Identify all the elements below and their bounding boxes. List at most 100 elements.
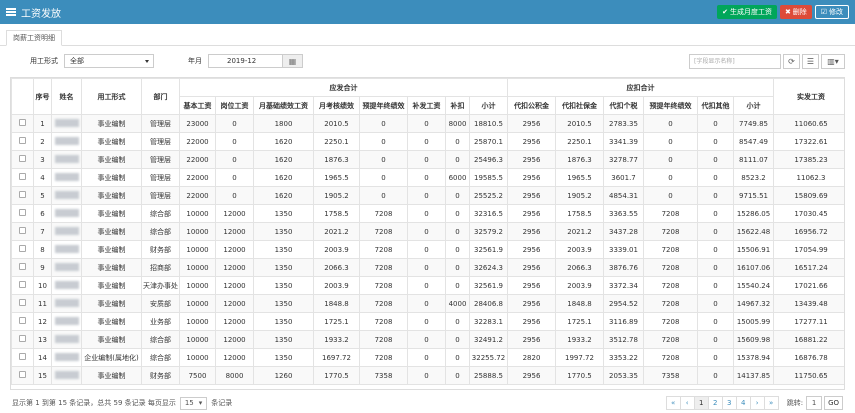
table-row[interactable]: 10 事业编制 天津办事处 10000 12000 1350 2003.9 7208 0 0 325… <box>11 276 844 295</box>
table-row[interactable]: 5 事业编制 管理层 22000 0 1620 1905.2 0 0 0 25525.2 2956 19… <box>11 186 844 205</box>
cell-ded: 1876.3 <box>555 150 604 169</box>
table-row[interactable]: 13 事业编制 综合部 10000 12000 1350 1933.2 7208 0 0 32491… <box>11 330 844 349</box>
row-checkbox[interactable] <box>19 209 26 216</box>
row-checkbox[interactable] <box>19 245 26 252</box>
redacted-name <box>54 280 79 289</box>
calendar-icon[interactable]: ▦ <box>283 54 303 68</box>
table-row[interactable]: 2 事业编制 管理层 22000 0 1620 2250.1 0 0 0 25870.1 2956 22… <box>11 132 844 151</box>
cell-pay: 0 <box>407 366 446 385</box>
row-checkbox[interactable] <box>19 173 26 180</box>
row-checkbox[interactable] <box>19 335 26 342</box>
table-row[interactable]: 14 企业编制(属地化) 综合部 10000 12000 1350 1697.72 7208 0… <box>11 348 844 367</box>
cell-name <box>51 312 82 331</box>
cell-pay: 0 <box>445 240 470 259</box>
cell-ded: 9715.51 <box>732 186 775 205</box>
jump-input[interactable]: 1 <box>806 396 823 410</box>
page-2[interactable]: 2 <box>707 396 723 410</box>
table-row[interactable]: 15 事业编制 财务部 7500 8000 1260 1770.5 7358 0 0 25888.5… <box>11 366 844 385</box>
cell-pay: 7208 <box>359 240 408 259</box>
cell-ded: 2066.3 <box>555 258 604 277</box>
refresh-icon[interactable]: ⟳ <box>783 54 800 69</box>
search-input[interactable]: [字段显示名称] <box>689 54 781 69</box>
cell-ded: 15609.98 <box>732 330 775 349</box>
edit-button[interactable]: ☑ 修改 <box>814 5 849 19</box>
generate-monthly-salary-button[interactable]: ✔ 生成月度工资 <box>717 5 777 19</box>
cell-pay: 7208 <box>359 348 408 367</box>
cell-seq: 10 <box>33 276 52 295</box>
tab-salary-detail[interactable]: 岗薪工资明细 <box>6 30 62 46</box>
table-row[interactable]: 8 事业编制 财务部 10000 12000 1350 2003.9 7208 0 0 32561.… <box>11 240 844 259</box>
header-ded: 代扣社保金 <box>555 96 604 115</box>
row-checkbox[interactable] <box>19 371 26 378</box>
row-checkbox[interactable] <box>19 227 26 234</box>
row-checkbox-cell <box>11 330 34 349</box>
row-checkbox[interactable] <box>19 137 26 144</box>
cell-pay: 0 <box>407 276 446 295</box>
row-checkbox[interactable] <box>19 299 26 306</box>
table-row[interactable]: 3 事业编制 管理层 22000 0 1620 1876.3 0 0 0 25496.3 2956 18… <box>11 150 844 169</box>
cell-ded: 2956 <box>507 132 556 151</box>
cell-net: 17385.23 <box>773 150 844 169</box>
row-checkbox[interactable] <box>19 317 26 324</box>
row-checkbox[interactable] <box>19 119 26 126</box>
cell-ded: 3341.39 <box>603 132 644 151</box>
page-next[interactable]: › <box>749 396 765 410</box>
header-ded: 代扣个税 <box>603 96 644 115</box>
columns-icon[interactable]: ▥▾ <box>821 54 845 69</box>
cell-net: 16956.72 <box>773 222 844 241</box>
page-4[interactable]: 4 <box>735 396 751 410</box>
month-label: 年月 <box>188 57 202 65</box>
redacted-name <box>54 208 79 217</box>
table-row[interactable]: 9 事业编制 招商部 10000 12000 1350 2066.3 7208 0 0 32624.… <box>11 258 844 277</box>
toggle-view-icon[interactable]: ☰ <box>802 54 819 69</box>
cell-dept: 业务部 <box>141 312 180 331</box>
page-1[interactable]: 1 <box>693 396 709 410</box>
cell-ded: 2956 <box>507 258 556 277</box>
record-suffix: 条记录 <box>211 399 233 407</box>
cell-net: 11750.65 <box>773 366 844 385</box>
table-row[interactable]: 7 事业编制 综合部 10000 12000 1350 2021.2 7208 0 0 32579.… <box>11 222 844 241</box>
cell-pay: 1350 <box>253 276 314 295</box>
row-checkbox[interactable] <box>19 353 26 360</box>
cell-pay: 32255.72 <box>469 348 508 367</box>
row-checkbox[interactable] <box>19 191 26 198</box>
row-checkbox[interactable] <box>19 263 26 270</box>
cell-dept: 招商部 <box>141 258 180 277</box>
employment-select[interactable]: 全部 <box>64 54 154 68</box>
cell-pay: 12000 <box>215 294 254 313</box>
cell-pay: 1350 <box>253 222 314 241</box>
cell-pay: 0 <box>359 150 408 169</box>
page-first[interactable]: « <box>665 396 681 410</box>
table-row[interactable]: 6 事业编制 综合部 10000 12000 1350 1758.5 7208 0 0 32316.… <box>11 204 844 223</box>
cell-pay: 22000 <box>179 132 216 151</box>
cell-ded: 2956 <box>507 294 556 313</box>
cell-dept: 综合部 <box>141 222 180 241</box>
page-3[interactable]: 3 <box>721 396 737 410</box>
cell-pay: 25496.3 <box>469 150 508 169</box>
cell-pay: 8000 <box>445 114 470 133</box>
page-last[interactable]: » <box>763 396 779 410</box>
delete-button[interactable]: ✖ 删除 <box>779 5 812 19</box>
cell-pay: 0 <box>445 186 470 205</box>
table-row[interactable]: 12 事业编制 业务部 10000 12000 1350 1725.1 7208 0 0 32283… <box>11 312 844 331</box>
table-row[interactable]: 4 事业编制 管理层 22000 0 1620 1965.5 0 0 6000 19585.5 295… <box>11 168 844 187</box>
cell-dept: 管理层 <box>141 168 180 187</box>
cell-ded: 1965.5 <box>555 168 604 187</box>
row-checkbox[interactable] <box>19 281 26 288</box>
table-row[interactable]: 11 事业编制 安质部 10000 12000 1350 1848.8 7208 0 4000 28… <box>11 294 844 313</box>
cell-pay: 10000 <box>179 330 216 349</box>
redacted-name <box>54 154 79 163</box>
header-employment: 用工形式 <box>81 78 142 115</box>
page-size-select[interactable]: 15 ▾ <box>179 396 208 410</box>
cell-seq: 4 <box>33 168 52 187</box>
header-ded: 代扣其他 <box>697 96 734 115</box>
cell-name <box>51 114 82 133</box>
go-button[interactable]: GO <box>824 396 843 410</box>
table-row[interactable]: 1 事业编制 管理层 23000 0 1800 2010.5 0 0 8000 18810.5 295… <box>11 114 844 133</box>
month-input[interactable]: 2019-12 <box>208 54 283 68</box>
row-checkbox[interactable] <box>19 155 26 162</box>
cell-ded: 2003.9 <box>555 240 604 259</box>
redacted-name <box>54 244 79 253</box>
cell-dept: 管理层 <box>141 114 180 133</box>
page-prev[interactable]: ‹ <box>679 396 695 410</box>
